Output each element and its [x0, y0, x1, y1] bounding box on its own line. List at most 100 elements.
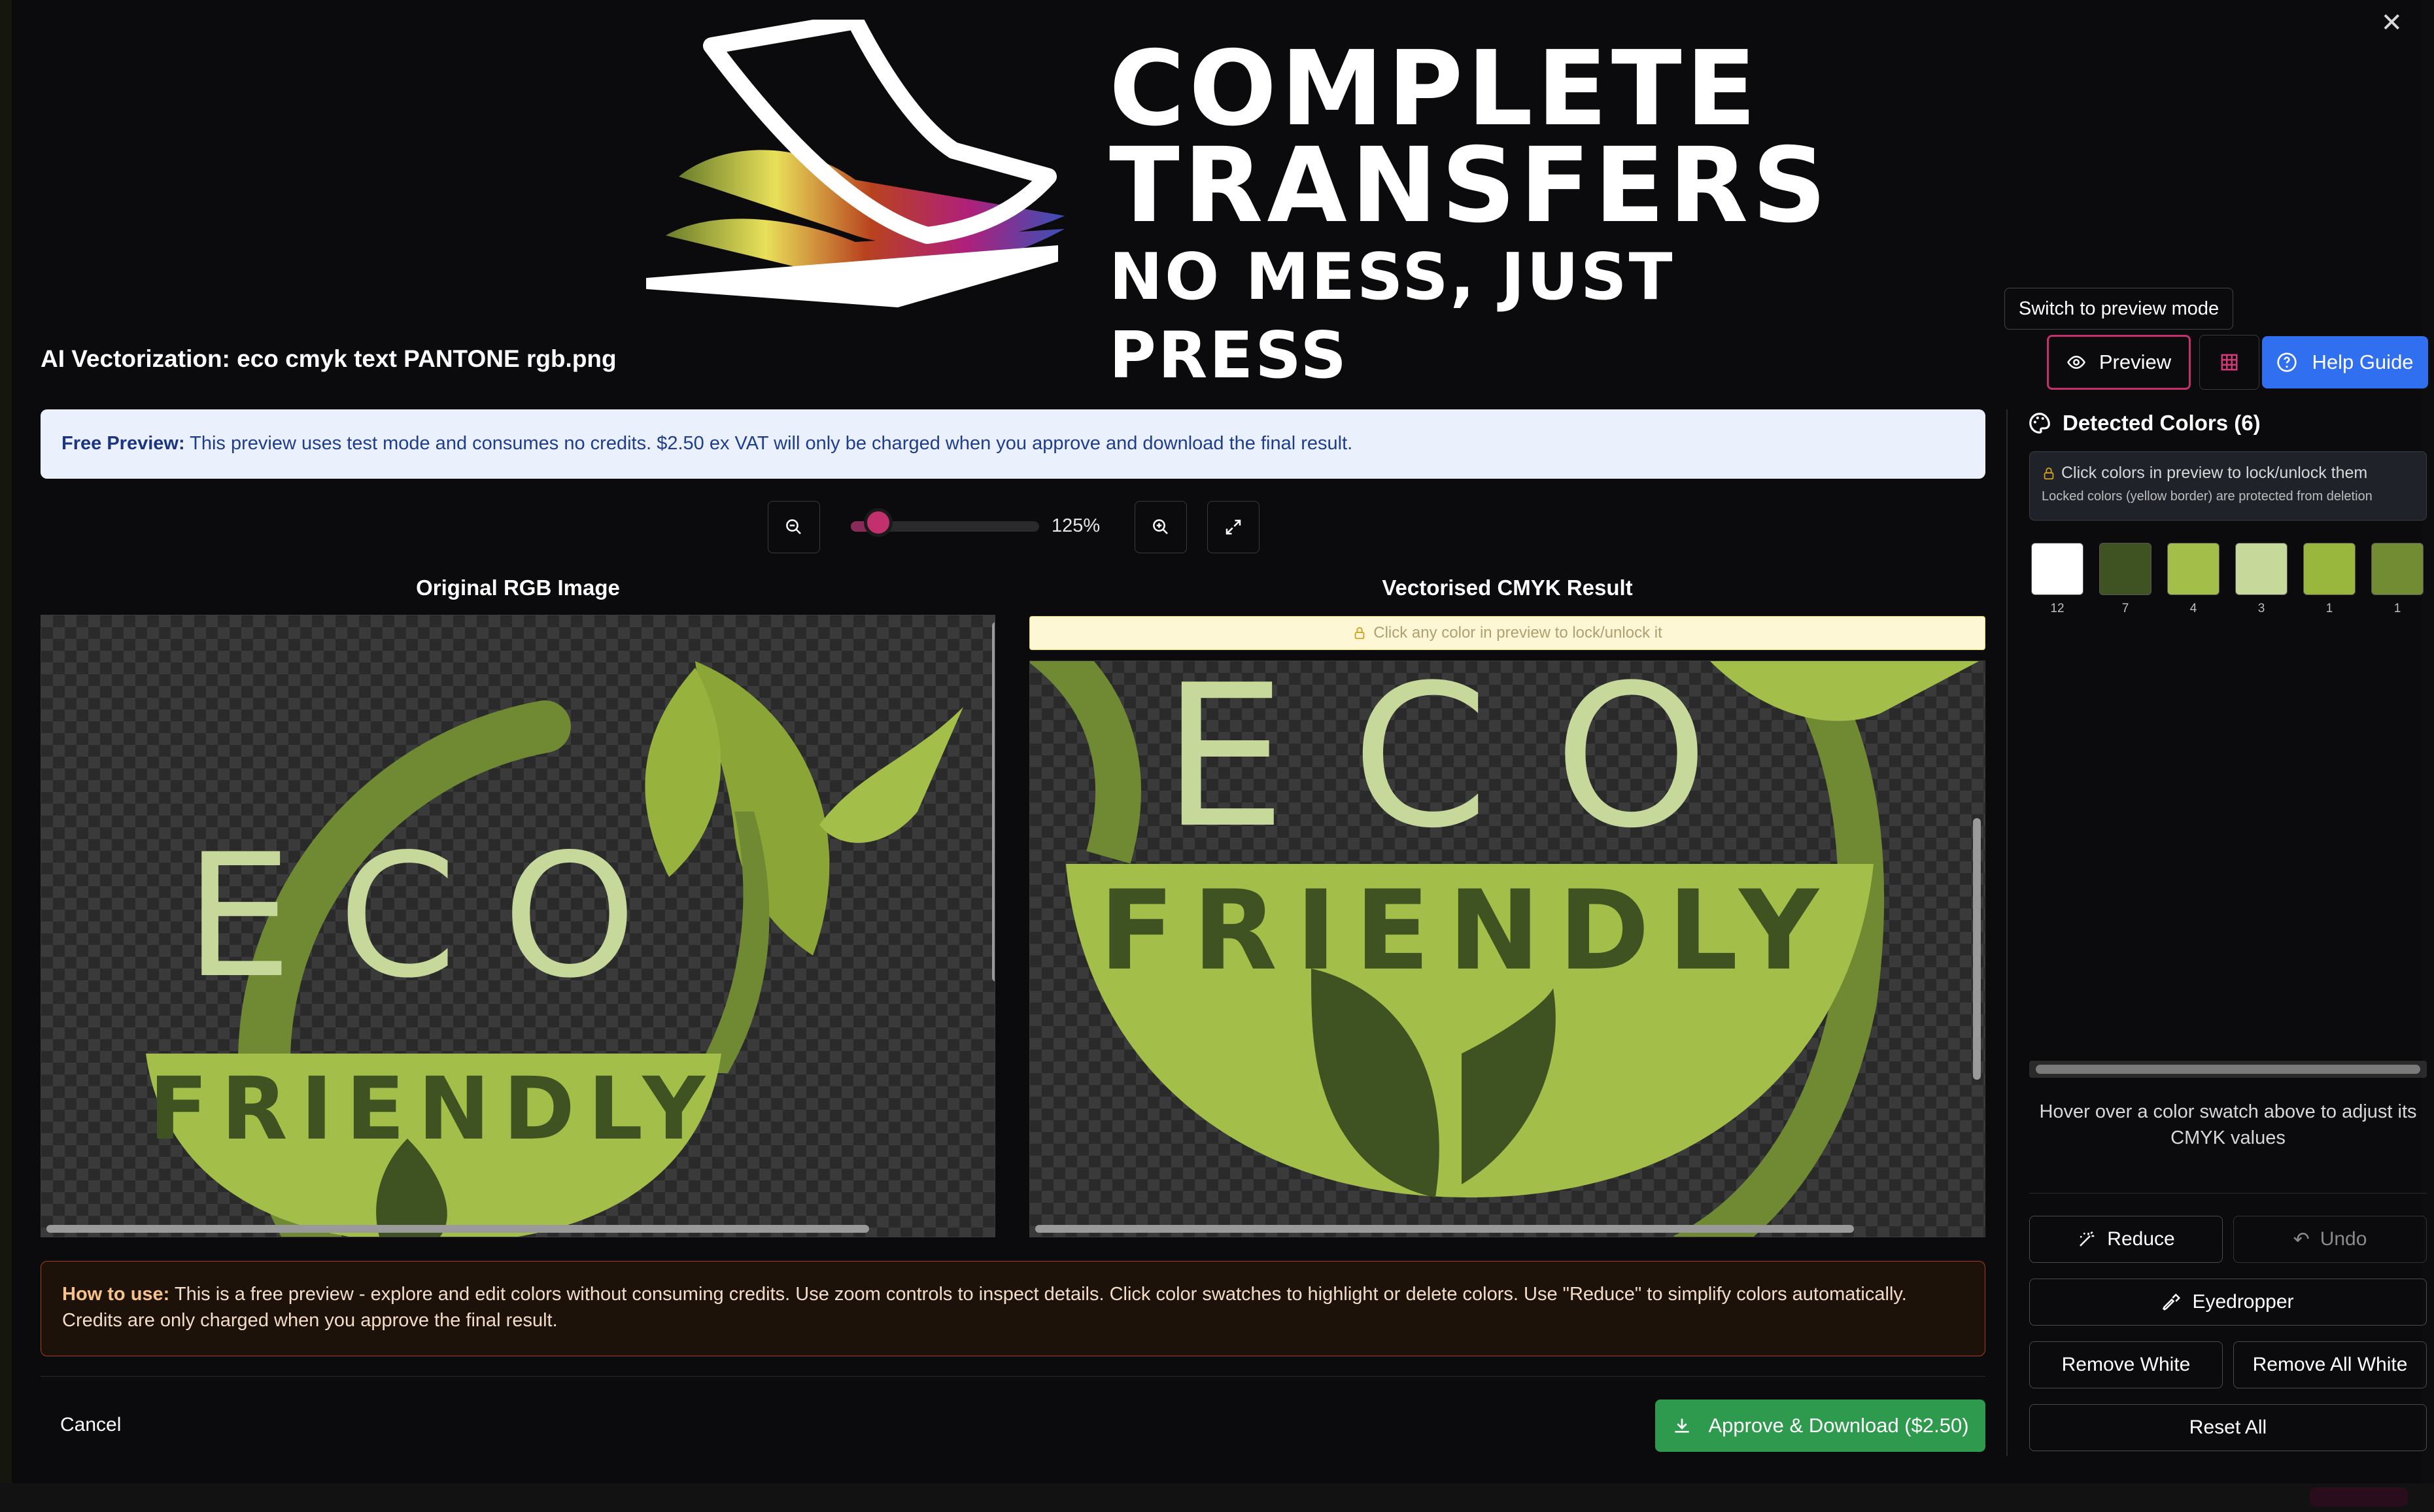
help-guide-label: Help Guide — [2312, 351, 2414, 373]
approve-download-button[interactable]: Approve & Download ($2.50) — [1655, 1400, 1985, 1452]
undo-button[interactable]: ↶ Undo — [2233, 1216, 2427, 1263]
color-swatch-list: 12 7 4 3 1 1 — [2031, 543, 2426, 615]
result-horizontal-scrollbar[interactable] — [1035, 1225, 1854, 1233]
swatch-color[interactable] — [2371, 543, 2424, 595]
swatch-count: 1 — [2393, 602, 2401, 615]
vectorization-dialog: ✕ COMPLETE TRANSFERS NO MESS, JUST PRESS… — [12, 0, 2428, 1483]
logo-line1: COMPLETE — [1109, 29, 1760, 149]
help-circle-icon — [2277, 352, 2297, 372]
color-swatch[interactable]: 4 — [2167, 543, 2220, 616]
original-artwork: ECO FRIENDLY — [146, 661, 963, 1237]
swatch-count: 4 — [2189, 602, 2197, 615]
cmyk-hover-hint: Hover over a color swatch above to adjus… — [2039, 1101, 2417, 1148]
remove-all-white-label: Remove All White — [2252, 1354, 2408, 1375]
eyedropper-icon — [2163, 1293, 2181, 1311]
result-image-viewer[interactable]: ECO FRIENDLY — [1029, 661, 1985, 1237]
color-swatch[interactable]: 1 — [2303, 543, 2356, 616]
swatch-count: 7 — [2121, 602, 2129, 615]
eyedropper-button[interactable]: Eyedropper — [2029, 1279, 2427, 1326]
color-swatch[interactable]: 1 — [2371, 543, 2424, 616]
remove-all-white-button[interactable]: Remove All White — [2233, 1341, 2427, 1388]
magic-wand-icon — [2080, 1231, 2095, 1246]
detected-colors-header: Detected Colors (6) — [2027, 411, 2261, 436]
reset-all-button[interactable]: Reset All — [2029, 1404, 2427, 1451]
original-word-eco: ECO — [185, 818, 682, 1016]
expand-icon — [1226, 519, 1241, 535]
free-preview-banner: Free Preview: This preview uses test mod… — [41, 409, 1985, 479]
zoom-slider-thumb[interactable] — [864, 508, 893, 537]
swatch-color[interactable] — [2031, 543, 2083, 595]
zoom-in-icon — [1153, 519, 1168, 534]
cancel-button[interactable]: Cancel — [60, 1414, 121, 1436]
swatch-color[interactable] — [2099, 543, 2151, 595]
sidebar-divider — [2029, 1193, 2427, 1194]
sidebar-separator — [2006, 409, 2008, 1456]
logo-mark-icon — [646, 20, 1065, 307]
logo-text: COMPLETE TRANSFERS NO MESS, JUST PRESS — [1109, 29, 1843, 395]
lock-hint-text: Click any color in preview to lock/unloc… — [1373, 624, 1662, 642]
swatch-count: 1 — [2325, 602, 2333, 615]
reduce-label: Reduce — [2107, 1228, 2175, 1250]
lock-info-line2: Locked colors (yellow border) are protec… — [2042, 489, 2373, 504]
result-panel-title: Vectorised CMYK Result — [1382, 576, 1633, 600]
lock-info-line1: Click colors in preview to lock/unlock t… — [2042, 464, 2414, 483]
reset-all-label: Reset All — [2189, 1417, 2267, 1438]
swatch-count: 12 — [2050, 602, 2065, 615]
remove-white-button[interactable]: Remove White — [2029, 1341, 2223, 1388]
color-swatch[interactable]: 7 — [2099, 543, 2151, 616]
eyedropper-label: Eyedropper — [2192, 1291, 2294, 1313]
lock-icon — [1354, 627, 1365, 640]
eye-icon — [2066, 355, 2085, 369]
how-to-use-panel: How to use: This is a free preview - exp… — [41, 1261, 1985, 1356]
result-vertical-scrollbar[interactable] — [1973, 818, 1981, 1080]
original-vertical-scrollbar[interactable] — [992, 622, 995, 982]
swatch-color[interactable] — [2303, 543, 2356, 595]
close-icon[interactable]: ✕ — [2380, 8, 2403, 38]
howto-bold: How to use: — [62, 1284, 170, 1305]
help-guide-button[interactable]: Help Guide — [2262, 336, 2428, 388]
original-image-viewer[interactable]: ECO FRIENDLY — [41, 615, 995, 1237]
brand-logo: COMPLETE TRANSFERS NO MESS, JUST PRESS — [640, 20, 1843, 393]
fullscreen-button[interactable] — [1207, 501, 1260, 553]
logo-tagline: NO MESS, JUST PRESS — [1109, 240, 1675, 393]
lock-info-box: Click colors in preview to lock/unlock t… — [2029, 451, 2427, 521]
color-swatch[interactable]: 3 — [2235, 543, 2288, 616]
background-bottom-strip — [0, 1483, 2434, 1512]
zoom-out-button[interactable] — [768, 501, 820, 553]
lock-hint-bar: Click any color in preview to lock/unloc… — [1029, 616, 1985, 650]
zoom-out-icon — [786, 519, 801, 534]
lock-info-line1-text: Click colors in preview to lock/unlock t… — [2061, 464, 2368, 482]
swatch-color[interactable] — [2235, 543, 2288, 595]
banner-text: This preview uses test mode and consumes… — [184, 433, 1353, 454]
undo-label: Undo — [2320, 1228, 2367, 1250]
dialog-title: AI Vectorization: eco cmyk text PANTONE … — [41, 345, 617, 372]
zoom-percent: 125% — [1052, 515, 1101, 536]
preview-button[interactable]: Preview — [2047, 335, 2191, 390]
detected-colors-title: Detected Colors (6) — [2063, 411, 2261, 435]
swatch-horizontal-scrollbar[interactable] — [2029, 1061, 2427, 1078]
grid-icon — [2221, 354, 2238, 371]
howto-text: This is a free preview - explore and edi… — [62, 1284, 1907, 1331]
reduce-button[interactable]: Reduce — [2029, 1216, 2223, 1263]
zoom-slider[interactable] — [851, 508, 1039, 537]
grid-view-button[interactable] — [2199, 335, 2259, 390]
background-edge — [0, 0, 12, 1512]
swatch-color[interactable] — [2167, 543, 2220, 595]
swatch-count: 3 — [2257, 602, 2265, 615]
preview-tooltip: Switch to preview mode — [2004, 288, 2233, 330]
original-horizontal-scrollbar[interactable] — [46, 1225, 869, 1233]
background-pill — [2310, 1487, 2408, 1507]
palette-icon — [2029, 413, 2050, 434]
approve-download-label: Approve & Download ($2.50) — [1708, 1414, 1969, 1437]
scrollbar-thumb[interactable] — [2036, 1065, 2420, 1074]
footer-divider — [41, 1376, 1985, 1377]
color-swatch[interactable]: 12 — [2031, 543, 2083, 616]
lock-icon — [2044, 467, 2054, 479]
remove-white-label: Remove White — [2061, 1354, 2191, 1375]
undo-icon: ↶ — [2293, 1228, 2310, 1250]
logo-line2: TRANSFERS — [1109, 126, 1831, 246]
download-icon — [1675, 1418, 1690, 1433]
zoom-in-button[interactable] — [1135, 501, 1187, 553]
result-artwork: ECO FRIENDLY — [1030, 661, 1980, 1237]
original-panel-title: Original RGB Image — [416, 576, 620, 600]
